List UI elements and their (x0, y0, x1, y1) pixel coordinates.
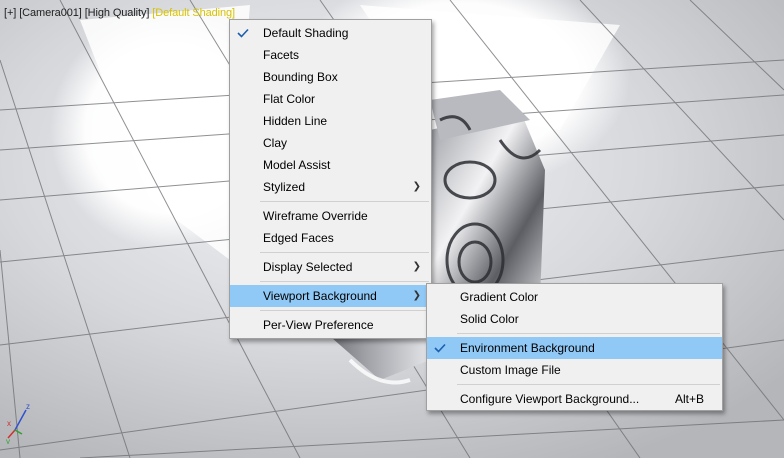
checkmark-icon (237, 22, 251, 44)
menu-separator (457, 384, 720, 385)
chevron-right-icon: ❯ (412, 261, 421, 272)
viewport-background-submenu: Gradient Color Solid Color Environment B… (426, 283, 723, 411)
chevron-right-icon: ❯ (412, 181, 421, 192)
menu-item-facets[interactable]: Facets (230, 44, 431, 66)
menu-item-label: Stylized (263, 180, 306, 194)
axis-z-label: z (26, 402, 30, 411)
menu-item-per-view-preference[interactable]: Per-View Preference (230, 314, 431, 336)
viewport-menu-plus[interactable]: [+] (4, 7, 16, 19)
menu-item-label: Display Selected (263, 260, 353, 274)
menu-item-default-shading[interactable]: Default Shading (230, 22, 431, 44)
menu-item-label: Bounding Box (263, 70, 338, 84)
axis-y-label: y (6, 437, 10, 444)
menu-item-bounding-box[interactable]: Bounding Box (230, 66, 431, 88)
menu-item-label: Viewport Background (263, 289, 377, 303)
menu-item-label: Custom Image File (460, 363, 561, 377)
menu-item-label: Per-View Preference (263, 318, 374, 332)
menu-item-label: Flat Color (263, 92, 316, 106)
menu-item-flat-color[interactable]: Flat Color (230, 88, 431, 110)
menu-item-model-assist[interactable]: Model Assist (230, 154, 431, 176)
menu-item-hidden-line[interactable]: Hidden Line (230, 110, 431, 132)
menu-item-label: Wireframe Override (263, 209, 368, 223)
menu-item-edged-faces[interactable]: Edged Faces (230, 227, 431, 249)
menu-item-label: Solid Color (460, 312, 519, 326)
viewport-shading-label[interactable]: [Default Shading] (152, 7, 235, 19)
shortcut-label: Alt+B (674, 392, 704, 406)
menu-item-gradient-color[interactable]: Gradient Color (427, 286, 722, 308)
menu-separator (260, 201, 429, 202)
menu-item-label: Gradient Color (460, 290, 539, 304)
viewport-quality-label[interactable]: [High Quality] (85, 7, 150, 19)
viewport-camera-label[interactable]: [Camera001] (19, 7, 82, 19)
menu-separator (457, 333, 720, 334)
menu-item-label: Facets (263, 48, 300, 62)
menu-item-stylized[interactable]: Stylized ❯ (230, 176, 431, 198)
checkmark-icon (434, 337, 448, 359)
chevron-right-icon: ❯ (412, 290, 421, 301)
menu-item-configure-viewport-background[interactable]: Configure Viewport Background... Alt+B (427, 388, 722, 410)
menu-item-label: Edged Faces (263, 231, 334, 245)
menu-item-display-selected[interactable]: Display Selected ❯ (230, 256, 431, 278)
shading-context-menu: Default Shading Facets Bounding Box Flat… (229, 19, 432, 339)
axis-gizmo-icon: z x y (6, 402, 30, 444)
menu-item-clay[interactable]: Clay (230, 132, 431, 154)
menu-item-solid-color[interactable]: Solid Color (427, 308, 722, 330)
menu-item-custom-image-file[interactable]: Custom Image File (427, 359, 722, 381)
menu-item-viewport-background[interactable]: Viewport Background ❯ (230, 285, 431, 307)
menu-item-label: Environment Background (460, 341, 595, 355)
camera-viewport[interactable]: [+] [Camera001] [High Quality] [Default … (0, 0, 784, 458)
menu-item-label: Configure Viewport Background... (460, 392, 640, 406)
menu-item-label: Default Shading (263, 26, 349, 40)
menu-item-environment-background[interactable]: Environment Background (427, 337, 722, 359)
menu-item-wireframe-override[interactable]: Wireframe Override (230, 205, 431, 227)
viewport-label-bar: [+] [Camera001] [High Quality] [Default … (4, 6, 235, 20)
menu-item-label: Clay (263, 136, 288, 150)
menu-separator (260, 310, 429, 311)
menu-item-label: Model Assist (263, 158, 331, 172)
menu-separator (260, 252, 429, 253)
axis-x-label: x (7, 419, 11, 428)
menu-item-label: Hidden Line (263, 114, 328, 128)
menu-separator (260, 281, 429, 282)
